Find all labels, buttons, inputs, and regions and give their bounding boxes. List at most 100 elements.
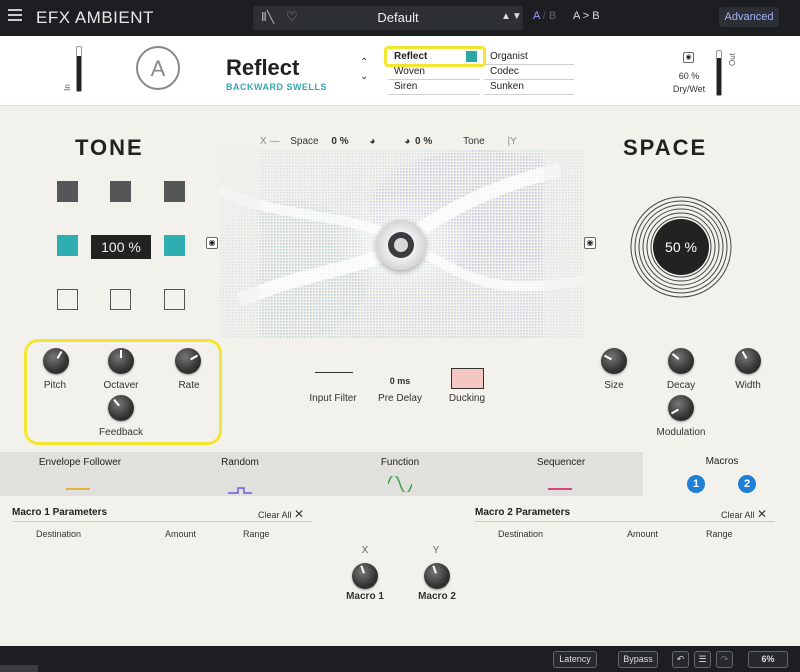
tab-random[interactable]: Random bbox=[180, 457, 300, 468]
resize-handle[interactable] bbox=[0, 665, 38, 672]
macro-2-parameters-title: Macro 2 Parameters bbox=[475, 507, 571, 518]
modulation-knob[interactable] bbox=[668, 395, 694, 421]
space-title: SPACE bbox=[623, 135, 708, 160]
hamburger-menu-icon[interactable] bbox=[8, 9, 22, 21]
tone-pad[interactable] bbox=[110, 289, 131, 310]
latency-button[interactable]: Latency bbox=[553, 651, 597, 668]
tone-knob-icon[interactable]: ◕ bbox=[404, 136, 410, 147]
decay-knob[interactable] bbox=[668, 348, 694, 374]
sequencer-icon bbox=[548, 488, 572, 490]
pre-delay-value[interactable]: 0 ms bbox=[360, 376, 440, 386]
macro-1-col-amount: Amount bbox=[165, 529, 197, 539]
tab-envelope-follower[interactable]: Envelope Follower bbox=[20, 457, 140, 468]
tone-pad-active[interactable] bbox=[57, 235, 78, 256]
envelope-follower-icon bbox=[66, 488, 90, 490]
preset-prev-next-icon[interactable]: ▲▼ bbox=[501, 11, 523, 22]
ducking-label: Ducking bbox=[448, 393, 486, 404]
chevron-up-icon[interactable]: ⌃ bbox=[360, 56, 368, 70]
ducking-graph[interactable] bbox=[451, 368, 484, 389]
xy-handle[interactable] bbox=[376, 220, 426, 270]
redo-icon[interactable]: ↷ bbox=[716, 651, 733, 668]
function-icon bbox=[387, 474, 413, 497]
ab-a[interactable]: A bbox=[533, 10, 540, 22]
preset-subtitle: BACKWARD SWELLS bbox=[226, 82, 327, 92]
ab-b[interactable]: B bbox=[549, 10, 556, 22]
modulation-label: Modulation bbox=[656, 427, 706, 438]
space-value: 0 % bbox=[331, 136, 349, 147]
clear-all-label: Clear All bbox=[258, 510, 292, 520]
xy-pad[interactable] bbox=[220, 150, 584, 338]
tab-function[interactable]: Function bbox=[340, 457, 460, 468]
preset-item-sunken[interactable]: Sunken bbox=[484, 80, 574, 95]
history-list-icon[interactable]: ☰ bbox=[694, 651, 711, 668]
output-label: Out bbox=[727, 53, 737, 66]
preset-browser-bar[interactable]: Ⅱ╲ ♡ Default ▲▼ bbox=[253, 6, 523, 30]
space-lock-icon[interactable]: ◉ bbox=[584, 237, 596, 249]
tone-pad[interactable] bbox=[164, 289, 185, 310]
close-icon[interactable]: ✕ bbox=[757, 507, 767, 521]
undo-icon[interactable]: ↶ bbox=[672, 651, 689, 668]
tone-lock-icon[interactable]: ◉ bbox=[206, 237, 218, 249]
highlight-selected-preset bbox=[384, 46, 486, 67]
macro-2-label: Macro 2 bbox=[418, 591, 456, 602]
close-icon[interactable]: ✕ bbox=[294, 507, 304, 521]
macro-2-badge[interactable]: 2 bbox=[738, 475, 756, 493]
dry-wet-value: 60 % bbox=[678, 71, 700, 81]
dry-wet-control[interactable]: 60 % Dry/Wet bbox=[665, 70, 713, 96]
tab-macros[interactable]: Macros bbox=[662, 456, 782, 467]
app-title: EFX AMBIENT bbox=[36, 8, 154, 27]
preset-item-codec[interactable]: Codec bbox=[484, 65, 574, 80]
tone-pad[interactable] bbox=[164, 181, 185, 202]
tone-pad[interactable] bbox=[110, 181, 131, 202]
tone-pad-active[interactable] bbox=[164, 235, 185, 256]
preset-item-woven[interactable]: Woven bbox=[388, 65, 480, 80]
macro-y-label: Y bbox=[432, 545, 440, 556]
macro-1-clear-all[interactable]: Clear All ✕ bbox=[258, 507, 304, 521]
bypass-button[interactable]: Bypass bbox=[618, 651, 658, 668]
lock-icon[interactable]: ◉ bbox=[683, 52, 694, 63]
macro-2-col-destination: Destination bbox=[498, 529, 544, 539]
input-filter-line[interactable] bbox=[315, 372, 353, 373]
divider bbox=[475, 521, 775, 522]
tone-value-display[interactable]: 100 % bbox=[91, 235, 151, 259]
random-icon bbox=[228, 482, 252, 500]
y-axis-label: Y bbox=[510, 136, 517, 147]
tone-xy-label: Tone bbox=[463, 136, 485, 147]
divider bbox=[12, 521, 312, 522]
dry-wet-label: Dry/Wet bbox=[672, 84, 706, 94]
width-knob[interactable] bbox=[735, 348, 761, 374]
preset-title: Reflect bbox=[226, 55, 300, 80]
top-bar: EFX AMBIENT Ⅱ╲ ♡ Default ▲▼ A / B A > B … bbox=[0, 0, 800, 36]
output-level-slider[interactable] bbox=[716, 50, 722, 96]
macro-1-badge[interactable]: 1 bbox=[687, 475, 705, 493]
current-preset-name[interactable]: Default bbox=[253, 10, 543, 25]
macro-2-knob[interactable] bbox=[424, 563, 450, 589]
chevron-down-icon[interactable]: ⌄ bbox=[360, 70, 368, 84]
advanced-button[interactable]: Advanced bbox=[719, 7, 779, 27]
a-to-b-button[interactable]: A > B bbox=[573, 10, 600, 22]
macro-2-col-range: Range bbox=[706, 529, 733, 539]
ab-separator: / bbox=[542, 10, 546, 22]
tone-pad[interactable] bbox=[57, 181, 78, 202]
preset-item-organist[interactable]: Organist bbox=[484, 50, 574, 65]
input-label: In bbox=[62, 84, 72, 91]
input-level-slider[interactable] bbox=[76, 46, 82, 92]
macro-1-col-range: Range bbox=[243, 529, 270, 539]
macro-1-parameters-title: Macro 1 Parameters bbox=[12, 507, 108, 518]
space-dial[interactable]: 50 % bbox=[629, 195, 733, 299]
preset-nav-chevrons[interactable]: ⌃ ⌄ bbox=[360, 56, 368, 84]
width-label: Width bbox=[735, 380, 761, 391]
space-knob-icon[interactable]: ◕ bbox=[369, 136, 375, 147]
size-knob[interactable] bbox=[601, 348, 627, 374]
xy-labels: X — Space 0 % ◕ ◕ 0 % Tone |Y bbox=[260, 136, 517, 147]
tone-title: TONE bbox=[75, 135, 144, 160]
macro-2-clear-all[interactable]: Clear All ✕ bbox=[721, 507, 767, 521]
macro-x-label: X bbox=[361, 545, 369, 556]
highlight-left-knobs bbox=[24, 339, 222, 445]
tone-pad[interactable] bbox=[57, 289, 78, 310]
tab-sequencer[interactable]: Sequencer bbox=[501, 457, 621, 468]
preset-item-siren[interactable]: Siren bbox=[388, 80, 480, 95]
macro-1-knob[interactable] bbox=[352, 563, 378, 589]
space-label: Space bbox=[290, 136, 319, 147]
ab-switch[interactable]: A / B bbox=[533, 10, 556, 22]
